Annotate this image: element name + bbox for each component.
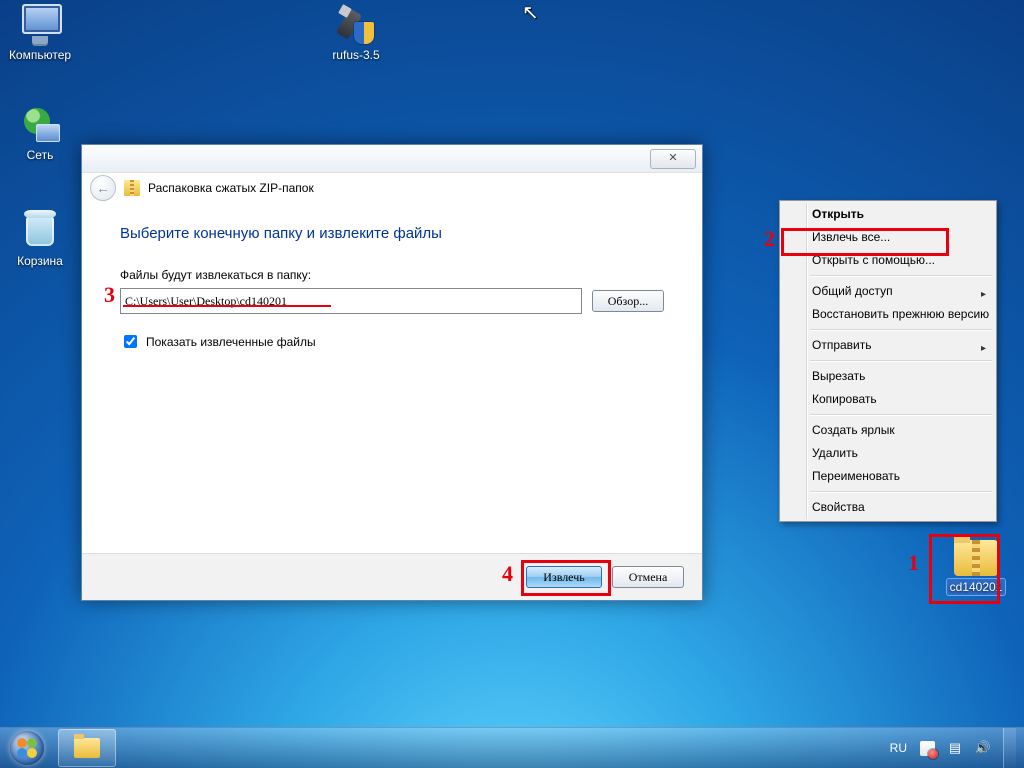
- network-icon: [18, 104, 62, 144]
- network-tray-icon[interactable]: ▤: [947, 740, 963, 756]
- wizard-heading: Выберите конечную папку и извлеките файл…: [120, 225, 664, 242]
- start-button[interactable]: [0, 728, 54, 768]
- dialog-titlebar[interactable]: ✕: [82, 145, 702, 173]
- ctx-open[interactable]: Открыть: [782, 203, 994, 226]
- browse-button[interactable]: Обзор...: [592, 290, 664, 312]
- windows-orb-icon: [10, 731, 44, 765]
- ctx-shortcut[interactable]: Создать ярлык: [782, 419, 994, 442]
- zip-folder-icon: [954, 540, 998, 576]
- cancel-button[interactable]: Отмена: [612, 566, 684, 588]
- show-files-checkbox-row[interactable]: Показать извлеченные файлы: [120, 332, 664, 351]
- computer-label: Компьютер: [6, 47, 74, 63]
- desktop-icon-network[interactable]: Сеть: [0, 104, 80, 163]
- ctx-sep: [810, 414, 992, 416]
- usb-icon: [334, 4, 378, 44]
- volume-icon[interactable]: 🔊: [975, 740, 991, 756]
- desktop-icon-rufus[interactable]: rufus-3.5: [316, 4, 396, 63]
- network-label: Сеть: [24, 147, 57, 163]
- extract-wizard-dialog: ✕ ← Распаковка сжатых ZIP-папок Выберите…: [81, 144, 703, 601]
- desktop-icon-recycle-bin[interactable]: Корзина: [0, 208, 80, 269]
- show-desktop-button[interactable]: [1003, 728, 1016, 768]
- wizard-crumb: Распаковка сжатых ZIP-папок: [148, 181, 314, 195]
- back-button[interactable]: ←: [90, 175, 116, 201]
- annotation-number-2: 2: [764, 228, 775, 250]
- ctx-extract-all[interactable]: Извлечь все...: [782, 226, 994, 249]
- computer-icon: [18, 4, 62, 44]
- desktop-icon-zip[interactable]: cd140201: [936, 540, 1016, 595]
- close-icon: ✕: [668, 152, 677, 164]
- annotation-number-1: 1: [908, 552, 919, 574]
- ctx-open-with[interactable]: Открыть с помощью...: [782, 249, 994, 272]
- ctx-restore[interactable]: Восстановить прежнюю версию: [782, 303, 994, 326]
- ctx-share[interactable]: Общий доступ: [782, 280, 994, 303]
- close-button[interactable]: ✕: [650, 149, 696, 169]
- zip-label: cd140201: [947, 579, 1006, 595]
- ctx-sep: [810, 491, 992, 493]
- ctx-properties[interactable]: Свойства: [782, 496, 994, 519]
- desktop-icon-computer[interactable]: Компьютер: [0, 4, 80, 63]
- recycle-bin-icon: [20, 208, 60, 250]
- action-center-icon[interactable]: [919, 740, 935, 756]
- recycle-bin-label: Корзина: [14, 253, 66, 269]
- back-arrow-icon: ←: [96, 180, 110, 196]
- system-tray: RU ▤ 🔊: [890, 728, 1024, 768]
- destination-input[interactable]: [120, 288, 582, 314]
- show-files-label: Показать извлеченные файлы: [146, 335, 316, 349]
- show-files-checkbox[interactable]: [124, 335, 137, 348]
- ctx-copy[interactable]: Копировать: [782, 388, 994, 411]
- ctx-delete[interactable]: Удалить: [782, 442, 994, 465]
- ctx-sep: [810, 329, 992, 331]
- extract-button[interactable]: Извлечь: [526, 566, 602, 588]
- flag-icon: [920, 741, 935, 756]
- explorer-icon: [74, 738, 100, 758]
- uac-shield-icon: [354, 22, 374, 44]
- taskbar: RU ▤ 🔊: [0, 727, 1024, 768]
- language-indicator[interactable]: RU: [890, 741, 907, 755]
- taskbar-item-explorer[interactable]: [58, 729, 116, 767]
- context-menu: Открыть Извлечь все... Открыть с помощью…: [779, 200, 997, 522]
- ctx-sep: [810, 275, 992, 277]
- mouse-cursor-icon: ↖: [522, 0, 539, 25]
- ctx-sep: [810, 360, 992, 362]
- ctx-send-to[interactable]: Отправить: [782, 334, 994, 357]
- ctx-rename[interactable]: Переименовать: [782, 465, 994, 488]
- zip-small-icon: [124, 180, 140, 196]
- dialog-footer: Извлечь Отмена: [82, 553, 702, 600]
- destination-label: Файлы будут извлекаться в папку:: [120, 268, 664, 282]
- rufus-label: rufus-3.5: [329, 47, 382, 63]
- ctx-cut[interactable]: Вырезать: [782, 365, 994, 388]
- dialog-header: ← Распаковка сжатых ZIP-папок: [82, 173, 702, 203]
